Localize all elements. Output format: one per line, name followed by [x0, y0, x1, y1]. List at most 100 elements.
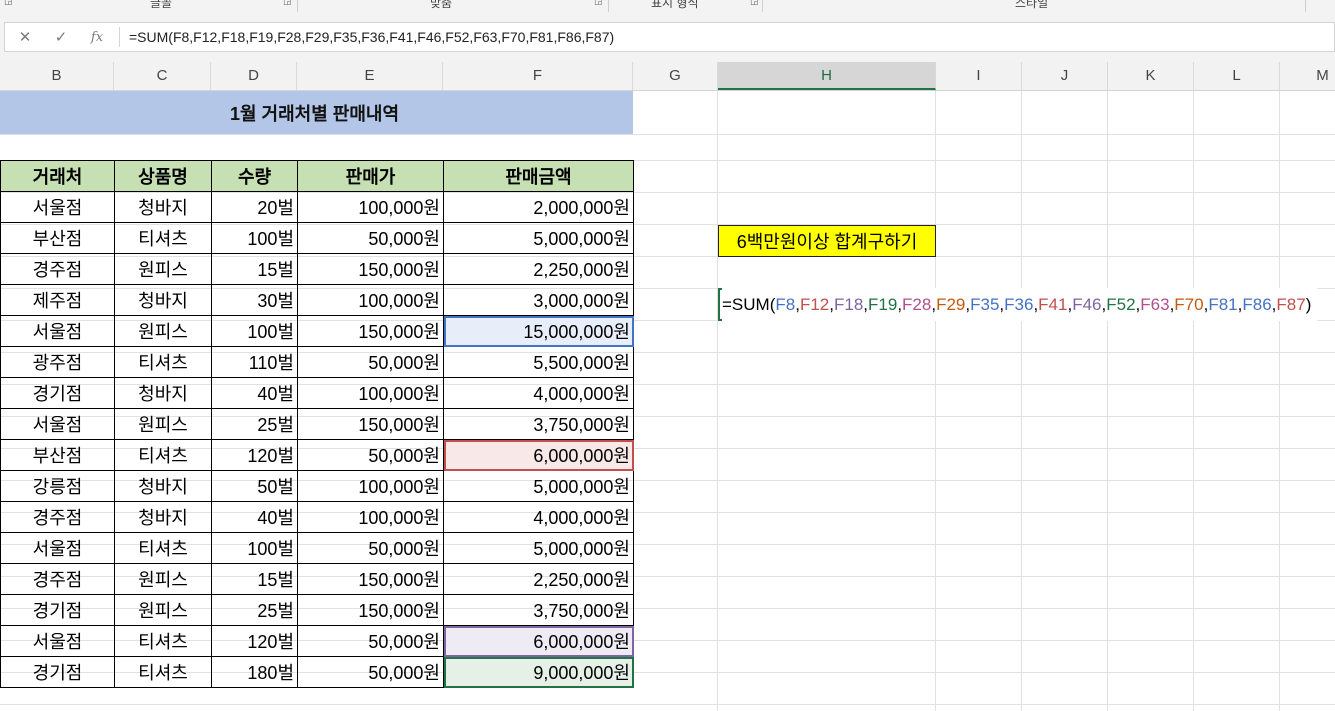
column-header-m[interactable]: M: [1280, 62, 1335, 90]
cell-product[interactable]: 티셔츠: [114, 346, 212, 378]
header-quantity[interactable]: 수량: [211, 160, 298, 192]
cell-client[interactable]: 서울점: [0, 532, 115, 564]
cell-client[interactable]: 서울점: [0, 315, 115, 347]
cell-client[interactable]: 경기점: [0, 656, 115, 688]
cell-client[interactable]: 경기점: [0, 594, 115, 626]
cell-amount[interactable]: 6,000,000원: [443, 625, 634, 657]
cell-client[interactable]: 경주점: [0, 563, 115, 595]
header-client[interactable]: 거래처: [0, 160, 115, 192]
cell-price[interactable]: 150,000원: [297, 594, 444, 626]
cell-client[interactable]: 경주점: [0, 253, 115, 285]
column-header-b[interactable]: B: [0, 62, 114, 90]
cell-price[interactable]: 150,000원: [297, 408, 444, 440]
cell-quantity[interactable]: 120벌: [211, 625, 298, 657]
column-header-e[interactable]: E: [297, 62, 443, 90]
insert-function-button[interactable]: fx: [79, 23, 115, 51]
column-header-h[interactable]: H: [718, 62, 936, 90]
column-header-g[interactable]: G: [633, 62, 718, 90]
column-header-f[interactable]: F: [443, 62, 633, 90]
formula-input[interactable]: =SUM(F8,F12,F18,F19,F28,F29,F35,F36,F41,…: [129, 23, 614, 51]
cell-price[interactable]: 100,000원: [297, 284, 444, 316]
cell-price[interactable]: 100,000원: [297, 191, 444, 223]
cell-client[interactable]: 경주점: [0, 501, 115, 533]
cell-price[interactable]: 50,000원: [297, 346, 444, 378]
cell-amount[interactable]: 5,000,000원: [443, 470, 634, 502]
cell-price[interactable]: 50,000원: [297, 532, 444, 564]
cell-client[interactable]: 서울점: [0, 625, 115, 657]
note-cell[interactable]: 6백만원이상 합계구하기: [718, 225, 936, 257]
cell-quantity[interactable]: 30벌: [211, 284, 298, 316]
cancel-button[interactable]: ✕: [7, 23, 43, 51]
cell-price[interactable]: 100,000원: [297, 501, 444, 533]
cell-product[interactable]: 원피스: [114, 408, 212, 440]
cell-quantity[interactable]: 120벌: [211, 439, 298, 471]
cell-quantity[interactable]: 180벌: [211, 656, 298, 688]
cell-product[interactable]: 티셔츠: [114, 439, 212, 471]
sheet-title[interactable]: 1월 거래처별 판매내역: [0, 91, 633, 134]
column-header-c[interactable]: C: [114, 62, 211, 90]
cell-amount[interactable]: 4,000,000원: [443, 501, 634, 533]
cell-amount[interactable]: 5,000,000원: [443, 222, 634, 254]
cell-amount[interactable]: 3,750,000원: [443, 594, 634, 626]
cell-amount[interactable]: 9,000,000원: [443, 656, 634, 688]
cell-product[interactable]: 티셔츠: [114, 656, 212, 688]
cell-product[interactable]: 티셔츠: [114, 222, 212, 254]
cell-quantity[interactable]: 100벌: [211, 532, 298, 564]
column-header-l[interactable]: L: [1194, 62, 1280, 90]
column-header-k[interactable]: K: [1108, 62, 1194, 90]
cell-amount[interactable]: 3,000,000원: [443, 284, 634, 316]
cell-amount[interactable]: 2,250,000원: [443, 563, 634, 595]
cell-client[interactable]: 부산점: [0, 439, 115, 471]
cell-quantity[interactable]: 20벌: [211, 191, 298, 223]
cell-product[interactable]: 원피스: [114, 563, 212, 595]
cell-product[interactable]: 청바지: [114, 470, 212, 502]
cell-price[interactable]: 50,000원: [297, 625, 444, 657]
worksheet-grid[interactable]: 1월 거래처별 판매내역 거래처 상품명 수량 판매가 판매금액 서울점 청바지 2…: [0, 91, 1335, 711]
cell-quantity[interactable]: 40벌: [211, 501, 298, 533]
number-dialog-launcher-icon[interactable]: ◲: [750, 0, 759, 7]
cell-price[interactable]: 150,000원: [297, 315, 444, 347]
enter-button[interactable]: ✓: [43, 23, 79, 51]
alignment-dialog-launcher-icon[interactable]: ◲: [594, 0, 603, 7]
cell-amount[interactable]: 5,000,000원: [443, 532, 634, 564]
cell-amount[interactable]: 2,000,000원: [443, 191, 634, 223]
cell-quantity[interactable]: 110벌: [211, 346, 298, 378]
cell-price[interactable]: 100,000원: [297, 470, 444, 502]
column-header-d[interactable]: D: [211, 62, 297, 90]
font-dialog-launcher-icon[interactable]: ◲: [283, 0, 292, 7]
cell-client[interactable]: 강릉점: [0, 470, 115, 502]
cell-price[interactable]: 150,000원: [297, 563, 444, 595]
header-price[interactable]: 판매가: [297, 160, 444, 192]
cell-amount[interactable]: 5,500,000원: [443, 346, 634, 378]
cell-quantity[interactable]: 100벌: [211, 315, 298, 347]
cell-quantity[interactable]: 25벌: [211, 408, 298, 440]
cell-price[interactable]: 50,000원: [297, 656, 444, 688]
cell-quantity[interactable]: 100벌: [211, 222, 298, 254]
cell-product[interactable]: 티셔츠: [114, 532, 212, 564]
cell-product[interactable]: 티셔츠: [114, 625, 212, 657]
cell-price[interactable]: 100,000원: [297, 377, 444, 409]
cell-client[interactable]: 서울점: [0, 191, 115, 223]
cell-client[interactable]: 부산점: [0, 222, 115, 254]
cell-price[interactable]: 50,000원: [297, 222, 444, 254]
cell-quantity[interactable]: 25벌: [211, 594, 298, 626]
cell-product[interactable]: 청바지: [114, 191, 212, 223]
cell-client[interactable]: 경기점: [0, 377, 115, 409]
cell-client[interactable]: 제주점: [0, 284, 115, 316]
cell-product[interactable]: 청바지: [114, 377, 212, 409]
cell-client[interactable]: 서울점: [0, 408, 115, 440]
cell-product[interactable]: 원피스: [114, 315, 212, 347]
cell-price[interactable]: 150,000원: [297, 253, 444, 285]
cell-product[interactable]: 원피스: [114, 594, 212, 626]
cell-product[interactable]: 청바지: [114, 284, 212, 316]
cell-quantity[interactable]: 50벌: [211, 470, 298, 502]
cell-quantity[interactable]: 40벌: [211, 377, 298, 409]
cell-product[interactable]: 청바지: [114, 501, 212, 533]
cell-quantity[interactable]: 15벌: [211, 563, 298, 595]
column-header-j[interactable]: J: [1022, 62, 1108, 90]
cell-amount[interactable]: 6,000,000원: [443, 439, 634, 471]
dialog-launcher-icon[interactable]: ◲: [4, 0, 13, 7]
cell-formula-editor[interactable]: =SUM(F8,F12,F18,F19,F28,F29,F35,F36,F41,…: [722, 288, 1318, 321]
header-amount[interactable]: 판매금액: [443, 160, 634, 192]
cell-product[interactable]: 원피스: [114, 253, 212, 285]
